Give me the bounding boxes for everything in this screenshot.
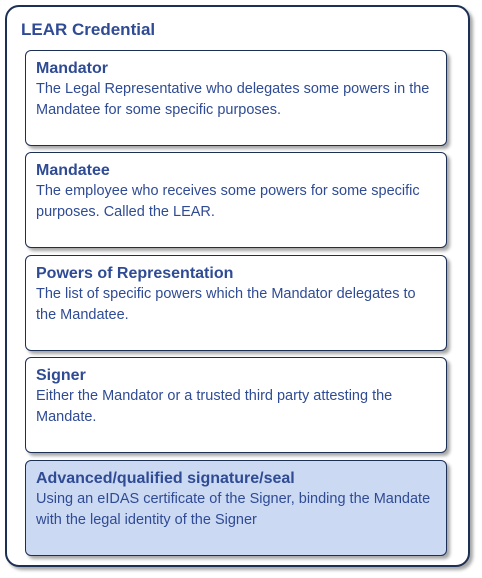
container-title: LEAR Credential xyxy=(21,20,156,39)
card-title: Signer xyxy=(36,367,86,384)
card-signer: Signer Either the Mandator or a trusted … xyxy=(25,357,447,453)
card-title: Mandator xyxy=(36,60,108,77)
card-title: Powers of Representation xyxy=(36,265,234,282)
card-description: The Legal Representative who delegates s… xyxy=(36,81,430,118)
card-description: Using an eIDAS certificate of the Signer… xyxy=(36,491,431,528)
card-mandatee: Mandatee The employee who receives some … xyxy=(25,152,447,248)
card-advanced-signature-seal: Advanced/qualified signature/seal Using … xyxy=(25,460,447,556)
card-description: The employee who receives some powers fo… xyxy=(36,183,420,220)
card-powers-of-representation: Powers of Representation The list of spe… xyxy=(25,255,447,351)
card-title: Mandatee xyxy=(36,162,110,179)
card-title: Advanced/qualified signature/seal xyxy=(36,470,295,487)
card-mandator: Mandator The Legal Representative who de… xyxy=(25,50,447,146)
card-description: The list of specific powers which the Ma… xyxy=(36,286,416,323)
card-description: Either the Mandator or a trusted third p… xyxy=(36,388,393,425)
